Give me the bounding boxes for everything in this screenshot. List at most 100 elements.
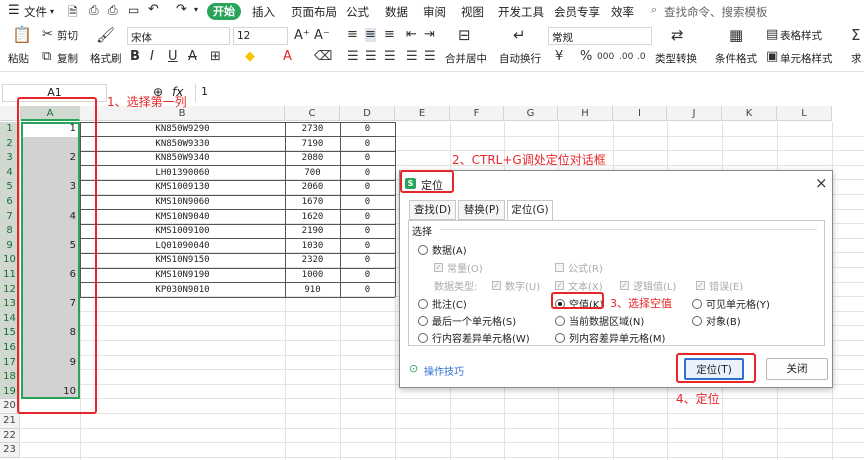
radio-comment[interactable]: 批注(C) xyxy=(418,296,467,311)
decimal-decrease-icon[interactable]: .0 xyxy=(637,50,646,64)
tab-replace[interactable]: 替换(P) xyxy=(458,200,505,220)
cell-c11[interactable]: 1000 xyxy=(285,268,340,283)
cell-b12[interactable]: KP030N9010 xyxy=(80,283,285,298)
cell-c9[interactable]: 1030 xyxy=(285,239,340,254)
cell-d12[interactable]: 0 xyxy=(340,283,395,298)
check-formula[interactable]: 公式(R) xyxy=(555,260,603,275)
check-error[interactable]: ✓ 错误(E) xyxy=(696,278,743,293)
cell-b2[interactable]: KN850W9330 xyxy=(80,137,285,152)
tab-find[interactable]: 查找(D) xyxy=(409,200,456,220)
font-decrease-icon[interactable]: A⁻ xyxy=(314,29,330,43)
cell-d4[interactable]: 0 xyxy=(340,166,395,181)
cell-c1[interactable]: 2730 xyxy=(285,122,340,137)
cell-c7[interactable]: 1620 xyxy=(285,210,340,225)
hamburger-icon[interactable]: ☰ xyxy=(8,3,20,18)
radio-visible[interactable]: 可见单元格(Y) xyxy=(692,296,770,311)
sum-icon[interactable]: Σ xyxy=(851,28,860,43)
font-color-icon[interactable]: A xyxy=(283,50,292,64)
column-header-c[interactable]: C xyxy=(285,106,340,121)
tips-icon[interactable]: ⊙ xyxy=(409,362,418,375)
cell-d7[interactable]: 0 xyxy=(340,210,395,225)
table-style-icon[interactable]: ▤ xyxy=(766,28,778,42)
tab-formula[interactable]: 公式 xyxy=(346,4,369,20)
font-increase-icon[interactable]: A⁺ xyxy=(294,29,310,43)
indent-increase-icon[interactable]: ⇥ xyxy=(424,28,435,42)
radio-last-cell[interactable]: 最后一个单元格(S) xyxy=(418,313,516,328)
column-header-k[interactable]: K xyxy=(722,106,777,121)
italic-icon[interactable]: I xyxy=(150,50,154,64)
justify-icon[interactable]: ☰ xyxy=(406,50,418,64)
align-center-icon[interactable]: ☰ xyxy=(365,50,377,64)
save-icon[interactable]: 🗎 xyxy=(68,3,78,24)
column-header-f[interactable]: F xyxy=(450,106,504,121)
cell-b10[interactable]: KMS10N9150 xyxy=(80,253,285,268)
cell-d3[interactable]: 0 xyxy=(340,151,395,166)
column-header-l[interactable]: L xyxy=(777,106,832,121)
tab-layout[interactable]: 页面布局 xyxy=(291,4,337,20)
radio-data[interactable]: 数据(A) xyxy=(418,242,467,257)
cell-d6[interactable]: 0 xyxy=(340,195,395,210)
font-select[interactable]: 宋体 xyxy=(127,27,230,45)
cell-d9[interactable]: 0 xyxy=(340,239,395,254)
check-text[interactable]: ✓ 文本(X) xyxy=(555,278,603,293)
column-header-i[interactable]: I xyxy=(613,106,667,121)
cell-c5[interactable]: 2060 xyxy=(285,180,340,195)
tab-view[interactable]: 视图 xyxy=(461,4,484,20)
align-left-icon[interactable]: ☰ xyxy=(347,50,359,64)
cell-b9[interactable]: LQ01090040 xyxy=(80,239,285,254)
cell-c12[interactable]: 910 xyxy=(285,283,340,298)
cut-button[interactable]: 剪切 xyxy=(57,28,78,43)
cell-c2[interactable]: 7190 xyxy=(285,137,340,152)
cell-b1[interactable]: KN850W9290 xyxy=(80,122,285,137)
export-pdf-icon[interactable]: ⎙ xyxy=(89,3,99,18)
cell-b7[interactable]: KMS10N9040 xyxy=(80,210,285,225)
decimal-increase-icon[interactable]: .00 xyxy=(619,50,633,64)
cell-c4[interactable]: 700 xyxy=(285,166,340,181)
row-header-23[interactable]: 23 xyxy=(0,443,20,458)
check-const[interactable]: ✓ 常量(O) xyxy=(434,260,483,275)
cell-b6[interactable]: KMS10N9060 xyxy=(80,195,285,210)
tab-review[interactable]: 审阅 xyxy=(423,4,446,20)
close-button[interactable]: 关闭 xyxy=(766,358,828,380)
wrap-icon[interactable]: ↵ xyxy=(513,28,526,43)
cell-d5[interactable]: 0 xyxy=(340,180,395,195)
search-command-input[interactable]: 查找命令、搜索模板 xyxy=(664,4,768,20)
column-header-e[interactable]: E xyxy=(395,106,450,121)
format-painter-button[interactable]: 格式刷 xyxy=(90,51,122,66)
cell-d10[interactable]: 0 xyxy=(340,253,395,268)
chevron-down-icon[interactable]: ▾ xyxy=(50,7,54,16)
strikethrough-icon[interactable]: A xyxy=(188,50,197,64)
cell-d11[interactable]: 0 xyxy=(340,268,395,283)
column-header-d[interactable]: D xyxy=(340,106,395,121)
tab-devtools[interactable]: 开发工具 xyxy=(498,4,544,20)
close-icon[interactable]: × xyxy=(815,174,828,192)
tab-goto[interactable]: 定位(G) xyxy=(507,200,553,221)
thousands-icon[interactable]: 000 xyxy=(597,50,614,64)
border-icon[interactable]: ⊞ xyxy=(210,50,221,64)
row-header-22[interactable]: 22 xyxy=(0,428,20,444)
fill-color-icon[interactable]: ◆ xyxy=(245,50,255,64)
merge-center-button[interactable]: 合并居中 xyxy=(445,51,487,66)
paste-icon[interactable]: 📋 xyxy=(12,27,32,43)
radio-row-diff[interactable]: 行内容差异单元格(W) xyxy=(418,330,530,345)
cell-b4[interactable]: LH01390060 xyxy=(80,166,285,181)
paste-button[interactable]: 粘贴 xyxy=(8,51,29,66)
column-header-h[interactable]: H xyxy=(558,106,613,121)
menu-file[interactable]: 文件 xyxy=(24,4,47,20)
percent-icon[interactable]: % xyxy=(580,50,592,64)
cut-icon[interactable]: ✂ xyxy=(42,28,53,42)
bold-icon[interactable]: B xyxy=(130,50,140,64)
copy-button[interactable]: 复制 xyxy=(57,51,78,66)
cell-d1[interactable]: 0 xyxy=(340,122,395,137)
table-style-button[interactable]: 表格样式 xyxy=(780,28,822,43)
radio-col-diff[interactable]: 列内容差异单元格(M) xyxy=(555,330,665,345)
tab-member[interactable]: 会员专享 xyxy=(554,4,600,20)
cond-format-icon[interactable]: ▦ xyxy=(729,28,743,43)
merge-icon[interactable]: ⊟ xyxy=(458,28,471,43)
cell-b5[interactable]: KMS1009130 xyxy=(80,180,285,195)
check-logic[interactable]: ✓ 逻辑值(L) xyxy=(620,278,676,293)
cell-c8[interactable]: 2190 xyxy=(285,224,340,239)
formula-input[interactable]: 1 xyxy=(195,84,862,102)
font-size-select[interactable]: 12 xyxy=(233,27,288,45)
number-format-select[interactable]: 常规 xyxy=(548,27,652,45)
